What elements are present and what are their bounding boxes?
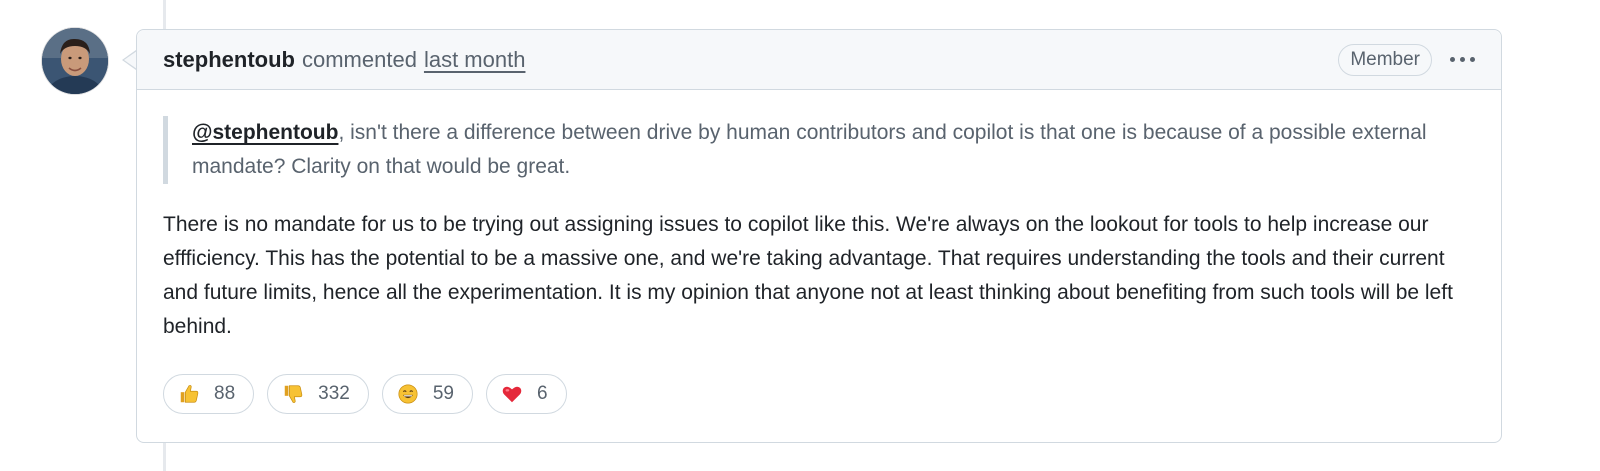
laugh-icon	[398, 384, 418, 404]
reaction-count: 59	[432, 383, 454, 404]
comment-card: stephentoub commented last month Member …	[136, 29, 1502, 443]
more-options-icon[interactable]	[1450, 48, 1475, 72]
author-link[interactable]: stephentoub	[163, 47, 295, 73]
author-avatar[interactable]	[42, 28, 108, 94]
comment-body: @stephentoub, isn't there a difference b…	[163, 116, 1475, 344]
reaction-count: 332	[318, 383, 350, 404]
reaction-laugh[interactable]: 59	[381, 374, 473, 414]
thumbs-up-icon	[180, 385, 199, 403]
reaction-thumbs-up[interactable]: 88	[163, 374, 255, 414]
mention-link[interactable]: @stephentoub	[192, 121, 338, 144]
timestamp-link[interactable]: last month	[424, 47, 526, 73]
quote-text: , isn't there a difference between drive…	[192, 121, 1427, 178]
quoted-reply: @stephentoub, isn't there a difference b…	[163, 116, 1475, 184]
reactions-bar: 88 332 59 6	[163, 374, 567, 414]
comment-text: There is no mandate for us to be trying …	[163, 213, 1453, 338]
comment-action: commented	[302, 46, 417, 72]
reaction-heart[interactable]: 6	[485, 374, 567, 414]
thumbs-down-icon	[284, 385, 303, 403]
comment-header: stephentoub commented last month Member	[137, 30, 1501, 90]
reaction-count: 88	[214, 383, 236, 404]
reaction-thumbs-down[interactable]: 332	[267, 374, 369, 414]
heart-icon	[502, 386, 522, 403]
member-badge: Member	[1338, 43, 1432, 76]
reaction-count: 6	[536, 383, 548, 404]
